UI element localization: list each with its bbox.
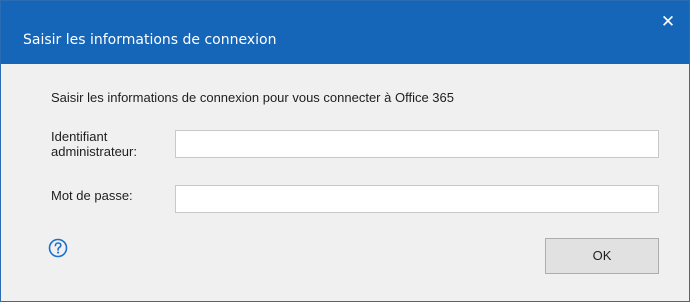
question-circle-icon[interactable] — [48, 238, 68, 258]
close-button[interactable]: ✕ — [659, 13, 677, 31]
dialog-body: Saisir les informations de connexion pou… — [1, 64, 689, 301]
ok-button[interactable]: OK — [545, 238, 659, 274]
password-input[interactable] — [175, 185, 659, 213]
intro-text: Saisir les informations de connexion pou… — [51, 90, 454, 105]
title-bar[interactable]: Saisir les informations de connexion ✕ — [1, 1, 689, 64]
login-dialog: Saisir les informations de connexion ✕ S… — [0, 0, 690, 302]
password-label: Mot de passe: — [51, 188, 133, 203]
dialog-title: Saisir les informations de connexion — [23, 32, 277, 48]
admin-id-label: Identifiant administrateur: — [51, 129, 137, 159]
close-icon: ✕ — [660, 12, 676, 31]
admin-id-input[interactable] — [175, 130, 659, 158]
